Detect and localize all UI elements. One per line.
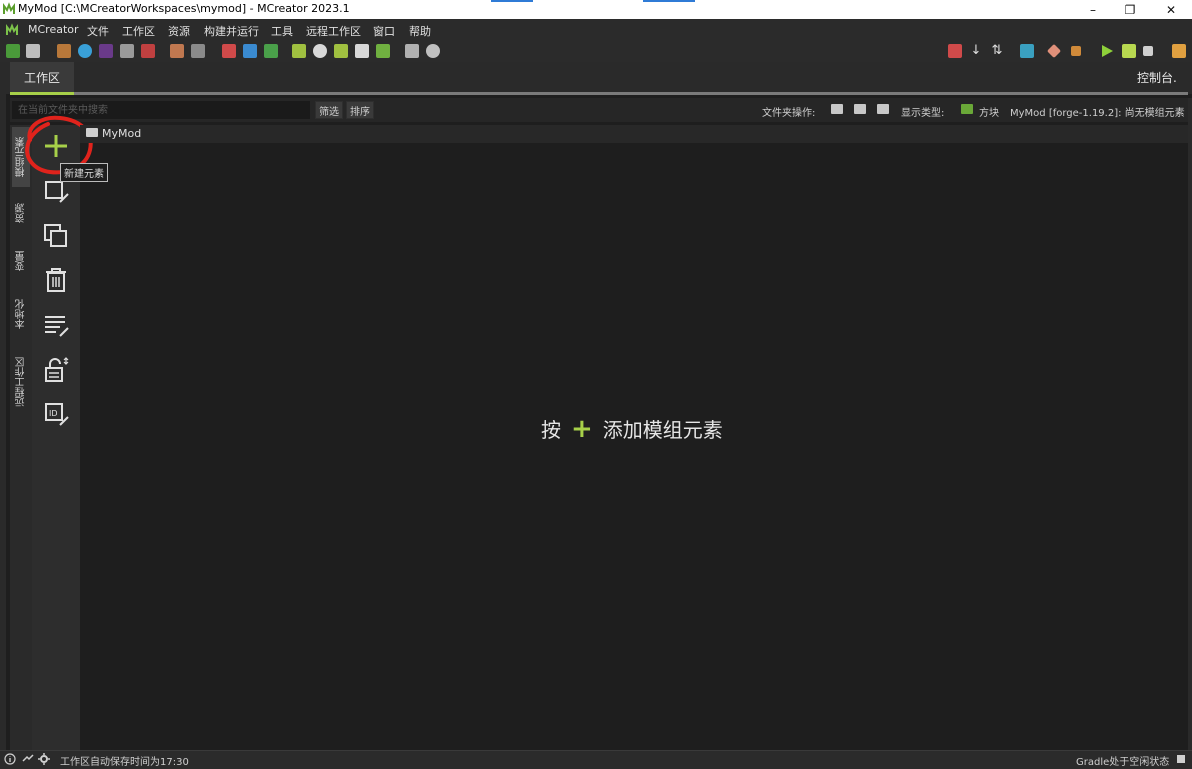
vtab-label: 远程工作区 [15,357,27,407]
mcreator-logo-icon [6,23,18,35]
vtab-label: 变量 [15,251,27,271]
tool-recipe-icon[interactable] [376,44,390,58]
sort-button[interactable]: 排序 [346,101,374,119]
display-type-icon[interactable] [961,104,973,114]
autosave-status: 工作区自动保存时间为17:30 [60,757,189,768]
vtab-remote-workspace[interactable]: 远程工作区 [12,350,30,414]
import-animation-icon[interactable] [141,44,155,58]
build-icon[interactable] [1071,46,1081,56]
plus-icon: + [571,413,593,444]
gear-icon[interactable] [38,753,50,765]
folder-icon [86,128,98,137]
menu-tools[interactable]: 工具 [271,23,293,39]
import-sound-icon[interactable] [78,44,92,58]
filter-button[interactable]: 筛选 [315,101,343,119]
svg-text:ID: ID [49,409,58,418]
empty-workspace-hint: 按 + 添加模组元素 [541,414,723,443]
menu-workspace[interactable]: 工作区 [122,23,155,39]
left-splitter[interactable] [0,62,6,768]
regenerate-code-icon[interactable] [948,44,962,58]
create-gui-icon[interactable] [222,44,236,58]
gradle-status: Gradle处于空闲状态 [1076,757,1170,768]
vtab-localization[interactable]: 本地化 [12,292,30,336]
workspace-settings-icon[interactable] [6,44,20,58]
delete-element-icon[interactable] [42,266,70,294]
edit-code-icon[interactable] [42,311,70,339]
edit-registry-name-icon[interactable]: ID [42,400,70,428]
tree-row[interactable] [80,125,1188,143]
workspace-tab-bar [0,62,1192,94]
sync-status-icon[interactable] [22,753,34,765]
tab-console[interactable]: 控制台. [1137,69,1177,86]
mcreator-logo-icon [3,2,15,14]
stop-gradle-icon[interactable] [1177,755,1185,763]
import-model-icon[interactable] [120,44,134,58]
tab-workspace[interactable]: 工作区 [10,62,74,92]
open-workspace-icon[interactable] [26,44,40,58]
create-texture-icon[interactable] [170,44,184,58]
menu-window[interactable]: 窗口 [373,23,395,39]
sync-icon[interactable]: ⇅ [990,44,1004,58]
close-icon[interactable]: ✕ [1148,0,1192,19]
tab-underline [10,92,1188,95]
delete-folder-icon[interactable] [877,104,889,114]
info-icon[interactable] [4,753,16,765]
menu-file[interactable]: 文件 [87,23,109,39]
main-toolbar: ↓ ⇅ [0,41,1192,63]
create-armor-texture-icon[interactable] [191,44,205,58]
edit-element-icon[interactable] [42,178,70,206]
import-texture-icon[interactable] [57,44,71,58]
tree-root-label[interactable]: MyMod [102,127,141,140]
vtab-label: 资源 [15,203,27,223]
create-tag-icon[interactable] [264,44,278,58]
download-icon[interactable]: ↓ [969,44,983,58]
element-action-column [32,125,80,750]
tab-underline-active [10,92,74,95]
menu-build-run[interactable]: 构建并运行 [204,23,259,39]
run-client-icon[interactable] [1100,44,1114,58]
export-icon[interactable] [1122,44,1136,58]
taskbar-accent [491,0,533,2]
display-type-value[interactable]: 方块 [979,104,999,119]
display-type-label: 显示类型: [901,108,945,119]
menu-remote-workspace[interactable]: 远程工作区 [306,23,361,39]
tool-pack-icon[interactable] [355,44,369,58]
new-folder-icon[interactable] [831,104,843,114]
tooltip: 新建元素 [60,163,108,182]
vtab-resources[interactable]: 资源 [12,196,30,230]
rename-folder-icon[interactable] [854,104,866,114]
create-map-icon[interactable] [243,44,257,58]
duplicate-element-icon[interactable] [42,222,70,250]
stop-icon[interactable] [1143,46,1153,56]
vtab-label: 本地化 [15,299,27,329]
menu-help[interactable]: 帮助 [409,23,431,39]
content-border [1188,98,1192,750]
share-icon[interactable] [1172,44,1186,58]
clean-icon[interactable] [1046,43,1062,59]
menu-bar: MCreator 文件 工作区 资源 构建并运行 工具 远程工作区 窗口 帮助 [0,19,1192,42]
tool-block-icon[interactable] [292,44,306,58]
folder-ops-label: 文件夹操作: [762,108,816,119]
hint-prefix: 按 [541,418,561,442]
import-structure-icon[interactable] [99,44,113,58]
run-server-icon[interactable] [1020,44,1034,58]
vtab-variables[interactable]: 变量 [12,244,30,278]
tool-biome-icon[interactable] [334,44,348,58]
taskbar-accent [643,0,695,2]
lock-element-icon[interactable] [42,356,70,384]
hint-suffix: 添加模组元素 [602,418,723,442]
menu-mcreator[interactable]: MCreator [28,23,79,36]
tool-link-icon[interactable] [426,44,440,58]
window-titlebar: MyMod [C:\MCreatorWorkspaces\mymod] - MC… [0,0,1192,19]
restore-icon[interactable]: ❐ [1107,0,1153,19]
mod-status: MyMod [forge-1.19.2]: 尚无模组元素 [1010,108,1185,119]
menu-resources[interactable]: 资源 [168,23,190,39]
window-title: MyMod [C:\MCreatorWorkspaces\mymod] - MC… [18,2,350,15]
tool-item-icon[interactable] [313,44,327,58]
tool-calendar-icon[interactable] [405,44,419,58]
